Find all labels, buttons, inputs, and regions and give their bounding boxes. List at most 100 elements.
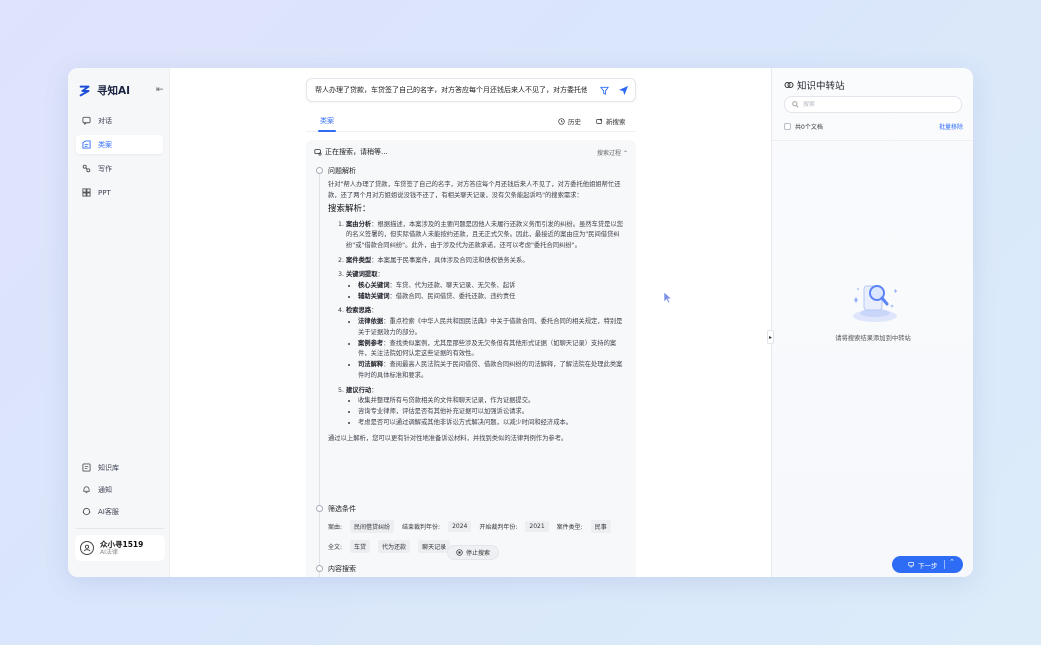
user-icon <box>83 544 91 552</box>
searching-status: 正在搜索，请稍等... <box>314 147 388 157</box>
empty-state-illustration-icon <box>853 285 897 322</box>
sub-text: ：借款合同、民间借贷、委托还款、违约责任 <box>389 292 516 300</box>
ppt-icon <box>82 188 91 197</box>
item-label: 案由分析 <box>346 220 372 228</box>
search-process-toggle[interactable]: 搜索过程 ⌃ <box>597 148 628 157</box>
history-button[interactable]: 历史 <box>558 116 581 126</box>
send-icon[interactable] <box>618 85 629 96</box>
library-icon <box>82 463 91 472</box>
app-window: 寻知AI ⇤ 对话 类案 写作 PPT 知识库 通知 AI客服 众小寻1519 … <box>68 68 973 577</box>
brand[interactable]: 寻知AI <box>78 83 130 98</box>
sidebar: 寻知AI ⇤ 对话 类案 写作 PPT 知识库 通知 AI客服 众小寻1519 … <box>68 68 170 577</box>
filter-value: 车贷 <box>350 539 371 553</box>
nav-label: PPT <box>98 188 111 197</box>
sub-item: 核心关键词：车贷、代为还款、聊天记录、无欠条、起诉 <box>358 281 624 292</box>
sub-item: 法律依据：重点检索《中华人民共和国民法典》中关于借款合同、委托合同的相关规定，特… <box>358 317 624 338</box>
sub-label: 案例参考 <box>358 339 384 347</box>
filter-value: 民间借贷纠纷 <box>350 519 395 533</box>
sub-text: ：查找类似案例，尤其是那些涉及无欠条但有其他形式证据（如聊天记录）支持的案件，关… <box>358 339 617 358</box>
item-label: 检索思路 <box>346 307 372 315</box>
searching-text: 正在搜索，请稍等... <box>325 148 388 156</box>
search-icon <box>792 101 799 108</box>
filter-value: 2024 <box>448 520 472 532</box>
stop-search-button[interactable]: 停止搜索 <box>447 545 500 560</box>
bell-icon <box>83 486 90 494</box>
kb-search-input[interactable] <box>803 101 953 108</box>
step-title-filter: 筛选条件 <box>328 505 356 513</box>
chevron-up-icon: ⌃ <box>622 150 628 157</box>
doc-count: 共0个文档 <box>795 124 823 131</box>
filter-row: 案由: 民间借贷纠纷 结束裁判年份: 2024 开始裁判年份: 2021 案件类… <box>328 516 628 536</box>
filter-icon[interactable] <box>600 86 609 95</box>
sub-label: 司法解释 <box>358 361 384 369</box>
new-search-label: 新搜索 <box>606 118 626 126</box>
nav-item-ppt[interactable]: PPT <box>76 183 163 202</box>
sub-label: 法律依据 <box>358 318 384 326</box>
search-result-panel: 正在搜索，请稍等... 搜索过程 ⌃ 问题解析 针对"帮人办理了贷款，车贷签了自… <box>306 140 636 577</box>
sub-item: 咨询专业律师，评估是否有其他补充证据可以加强诉讼请求。 <box>358 407 624 418</box>
batch-remove-button[interactable]: 批量移除 <box>939 122 963 131</box>
panel-divider <box>772 140 973 141</box>
sub-text: ：车贷、代为还款、聊天记录、无欠条、起诉 <box>389 281 516 289</box>
filter-key: 结束裁判年份: <box>402 523 441 531</box>
sub-item: 司法解释：查阅最高人民法院关于民间借贷、借款合同纠纷的司法解释，了解法院在处理此… <box>358 360 624 381</box>
sub-label: 核心关键词 <box>358 281 390 289</box>
query-input[interactable]: 帮人办理了贷款，车贷签了自己的名字，对方答应每个月还钱后来人不见了，对方委托他姐… <box>306 78 636 102</box>
item-text: ： <box>377 271 384 279</box>
next-step-label: 下一步 <box>918 561 938 570</box>
user-card[interactable]: 众小寻1519 AI法律 <box>75 535 165 561</box>
write-icon <box>82 164 91 173</box>
nav-item-library[interactable]: 知识库 <box>76 458 163 477</box>
chevron-up-icon[interactable]: ⌃ <box>949 558 955 566</box>
nav-item-cases[interactable]: 类案 <box>76 135 163 154</box>
history-label: 历史 <box>568 118 581 126</box>
nav-label: AI客服 <box>98 507 119 516</box>
select-all-checkbox[interactable] <box>784 123 791 130</box>
kb-search-box[interactable] <box>784 96 962 113</box>
nav-item-chat[interactable]: 对话 <box>76 111 163 130</box>
sub-item: 收集并整理所有与贷款相关的文件和聊天记录，作为证据提交。 <box>358 396 624 407</box>
list-item: 案件类型：本案属于民事案件，具体涉及合同法和债权债务关系。 <box>346 256 624 267</box>
tab-active-indicator <box>318 130 336 132</box>
step-dot <box>316 565 323 572</box>
panel-title: 知识中转站 <box>784 78 845 92</box>
query-text[interactable]: 帮人办理了贷款，车贷签了自己的名字，对方答应每个月还钱后来人不见了，对方委托他姐… <box>315 85 587 95</box>
step-dot <box>316 167 323 174</box>
sub-item: 考虑是否可以通过调解或其他非诉讼方式解决问题，以减少时间和经济成本。 <box>358 418 624 429</box>
filter-value: 2021 <box>525 520 549 532</box>
nav-label: 通知 <box>98 485 112 494</box>
tab-bar: 类案 历史 新搜索 <box>306 112 636 132</box>
sub-text: ：重点检索《中华人民共和国民法典》中关于借款合同、委托合同的相关规定，特别是关于… <box>358 318 623 336</box>
list-item: 关键词提取： 核心关键词：车贷、代为还款、聊天记录、无欠条、起诉 辅助关键词：借… <box>346 270 624 302</box>
collapse-sidebar-icon[interactable]: ⇤ <box>156 85 164 95</box>
avatar <box>80 541 94 555</box>
item-text: ：根据描述，本案涉及的主要问题是因他人未履行还款义务而引发的纠纷。虽然车贷是以您… <box>346 220 624 249</box>
sidebar-divider <box>76 528 164 529</box>
loading-icon <box>314 149 322 156</box>
analysis-conclusion: 通过以上解析，您可以更有针对性地准备诉讼材料，并找到类似的法律判例作为参考。 <box>328 434 568 442</box>
nav-label: 知识库 <box>98 463 119 472</box>
nav-item-notify[interactable]: 通知 <box>76 480 163 499</box>
main-area: 帮人办理了贷款，车贷签了自己的名字，对方答应每个月还钱后来人不见了，对方委托他姐… <box>170 68 771 577</box>
nav-item-support[interactable]: AI客服 <box>76 502 163 521</box>
select-all-row[interactable]: 共0个文档 <box>784 122 823 131</box>
tab-cases[interactable]: 类案 <box>320 116 334 126</box>
new-search-button[interactable]: 新搜索 <box>596 116 626 126</box>
clock-icon <box>558 117 565 125</box>
next-step-button[interactable]: 下一步 ⌃ <box>892 556 963 573</box>
filter-key: 全文: <box>328 543 343 551</box>
nav-item-write[interactable]: 写作 <box>76 159 163 178</box>
item-label: 关键词提取 <box>346 271 378 279</box>
item-text: ：本案属于民事案件，具体涉及合同法和债权债务关系。 <box>371 256 529 264</box>
stop-label: 停止搜索 <box>466 550 491 557</box>
stop-icon <box>456 549 463 556</box>
support-icon <box>82 507 91 516</box>
list-item: 建议行动： 收集并整理所有与贷款相关的文件和聊天记录，作为证据提交。 咨询专业律… <box>346 386 624 429</box>
item-text: ： <box>371 386 378 394</box>
new-search-icon <box>596 118 602 124</box>
knowledge-transfer-panel: ▸ 知识中转站 共0个文档 批量移除 请将搜索结果添加到中转站 <box>767 68 973 577</box>
item-text: ： <box>371 307 378 315</box>
sub-text: ：查阅最高人民法院关于民间借贷、借款合同纠纷的司法解释，了解法院在处理此类案件时… <box>358 361 623 379</box>
filter-key: 开始裁判年份: <box>479 523 518 531</box>
filter-key: 案由: <box>328 523 343 531</box>
